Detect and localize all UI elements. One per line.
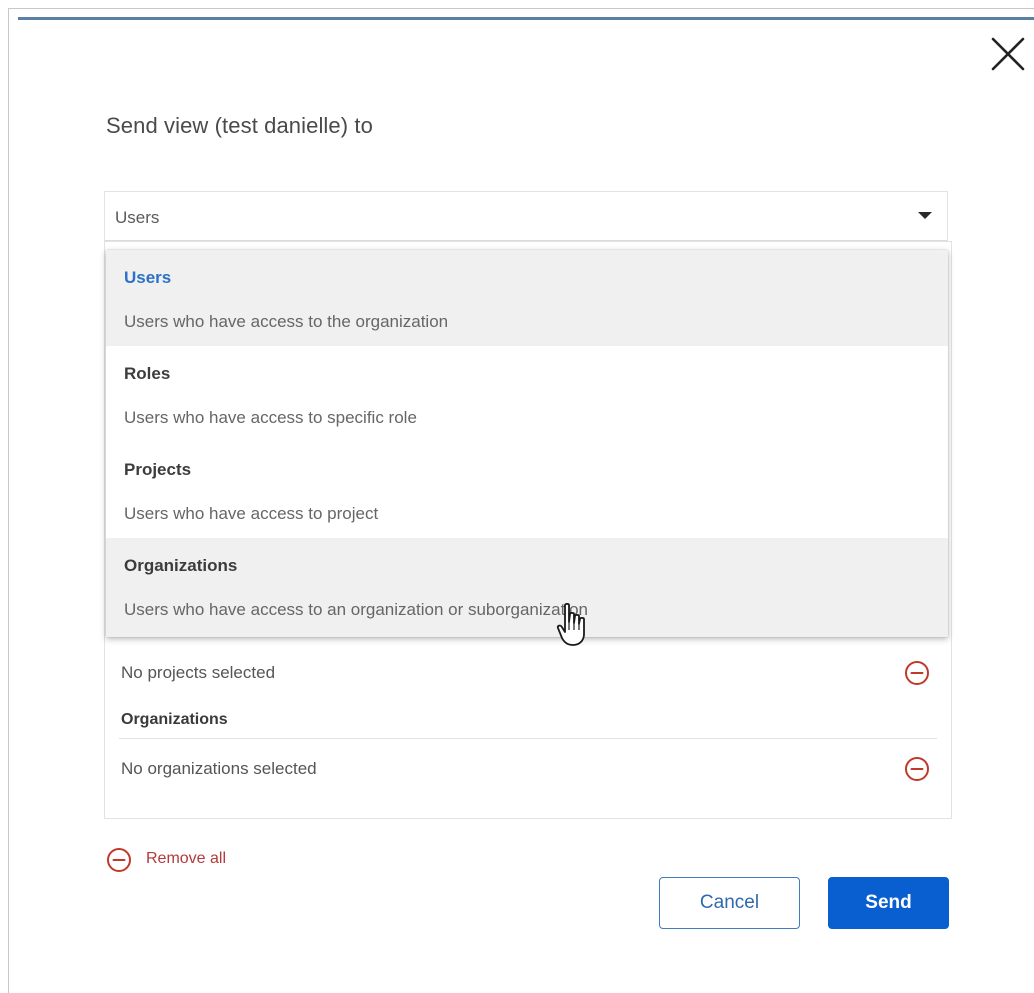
organizations-divider <box>119 738 937 739</box>
close-icon[interactable] <box>986 32 1030 76</box>
remove-all-label: Remove all <box>146 850 227 867</box>
option-users[interactable]: Users Users who have access to the organ… <box>106 250 948 346</box>
option-description: Users who have access to specific role <box>124 408 417 427</box>
option-label: Roles <box>124 364 171 383</box>
option-label: Projects <box>124 460 192 479</box>
cancel-button[interactable]: Cancel <box>659 877 800 929</box>
option-label: Organizations <box>124 556 238 575</box>
select-value: Users <box>115 208 160 227</box>
hand-pointer-cursor-icon <box>556 602 590 648</box>
organizations-empty-text: No organizations selected <box>121 759 317 778</box>
send-button[interactable]: Send <box>828 877 949 929</box>
option-description: Users who have access to the organizatio… <box>124 312 449 331</box>
recipient-type-select[interactable]: Users <box>104 191 948 241</box>
projects-empty-text: No projects selected <box>121 663 276 682</box>
organizations-header: Organizations <box>121 711 228 728</box>
caret-down-icon <box>918 212 932 219</box>
option-roles[interactable]: Roles Users who have access to specific … <box>106 346 948 442</box>
option-description: Users who have access to an organization… <box>124 600 588 619</box>
remove-projects-minus-circle-icon[interactable] <box>904 660 930 686</box>
remove-organizations-minus-circle-icon[interactable] <box>904 756 930 782</box>
minus-circle-icon <box>107 848 131 872</box>
option-projects[interactable]: Projects Users who have access to projec… <box>106 442 948 538</box>
dialog-top-accent <box>18 17 1034 20</box>
option-label: Users <box>124 268 172 287</box>
option-organizations[interactable]: Organizations Users who have access to a… <box>106 538 948 637</box>
recipient-type-dropdown: Users Users who have access to the organ… <box>106 250 948 637</box>
dialog-title: Send view (test danielle) to <box>106 113 373 138</box>
option-description: Users who have access to project <box>124 504 379 523</box>
